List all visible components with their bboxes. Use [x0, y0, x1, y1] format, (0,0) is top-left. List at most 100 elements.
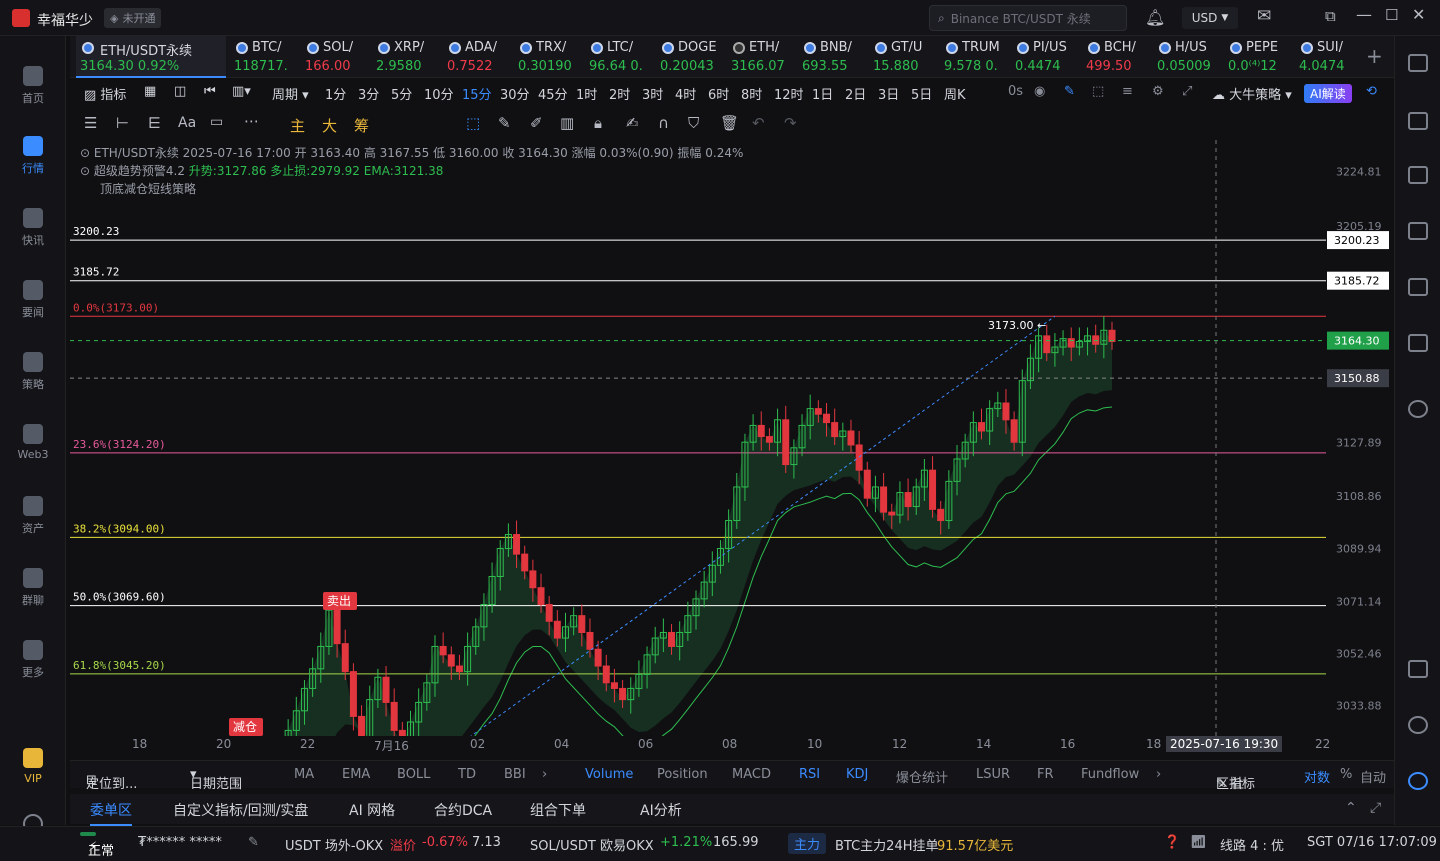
- ticker-tab[interactable]: H/US 0.05009: [1157, 36, 1227, 78]
- bell-icon[interactable]: 🔔︎: [1145, 8, 1165, 27]
- camera-icon[interactable]: ◉: [1034, 84, 1045, 99]
- indicator-ma[interactable]: MA: [294, 767, 314, 782]
- interval-3时[interactable]: 3时: [642, 84, 663, 103]
- menu-icon[interactable]: ☰: [84, 114, 97, 132]
- indicators-button[interactable]: ▨ 指标: [84, 84, 126, 103]
- interval-2日[interactable]: 2日: [845, 84, 866, 103]
- calendar-icon[interactable]: ▦: [144, 84, 156, 99]
- period-dropdown[interactable]: 周期 ▾: [272, 84, 309, 103]
- candlestick-chart[interactable]: 3200.23 3200.23 3185.72 3185.72 0.0%(3173.00…: [70, 140, 1394, 829]
- trade-icon[interactable]: [1408, 166, 1428, 184]
- add-ticker-icon[interactable]: +: [1366, 44, 1383, 68]
- list-icon[interactable]: [1408, 54, 1428, 72]
- tab-contract-dca[interactable]: 合约DCA: [434, 800, 492, 820]
- interval-2时[interactable]: 2时: [609, 84, 630, 103]
- depth-icon[interactable]: [1408, 222, 1428, 240]
- layout-icon[interactable]: [1408, 660, 1428, 678]
- tab-combo-order[interactable]: 组合下单: [530, 800, 586, 820]
- indicator-bbi[interactable]: BBI: [504, 767, 526, 782]
- indicator-td[interactable]: TD: [458, 767, 476, 782]
- trash-icon[interactable]: 🗑︎: [720, 114, 739, 132]
- ticker-tab[interactable]: PEPE 0.0⁽⁴⁾12: [1228, 36, 1298, 78]
- indicator-kdj[interactable]: KDJ: [846, 767, 868, 782]
- ticker-tab[interactable]: BTC/118717.: [234, 36, 304, 78]
- sidebar-item-chat[interactable]: 群聊: [0, 568, 66, 608]
- tab-ai-grid[interactable]: AI 网格: [349, 800, 395, 820]
- ticker-tab[interactable]: TRX/0.30190: [518, 36, 588, 78]
- more-tools-icon[interactable]: ⋯: [244, 112, 259, 130]
- user-account[interactable]: ₮****** *****: [138, 835, 222, 850]
- pen-icon[interactable]: ✎: [248, 835, 259, 850]
- text-tool-icon[interactable]: Aa: [178, 115, 196, 131]
- indicator-liquidation[interactable]: 爆仓统计: [896, 767, 948, 786]
- popout-icon[interactable]: ⧉: [1325, 7, 1336, 25]
- mail-icon[interactable]: ✉: [1257, 6, 1271, 26]
- share-icon[interactable]: ⟲: [1366, 84, 1377, 99]
- lock-icon[interactable]: 🔒︎: [594, 114, 602, 132]
- network-line[interactable]: 线路 4 : 优: [1220, 835, 1284, 854]
- ticker-tab[interactable]: GT/U 15.880: [873, 36, 943, 78]
- sidebar-item-assets[interactable]: 资产: [0, 496, 66, 536]
- expand-icon[interactable]: ⤢: [1370, 800, 1381, 816]
- search-input[interactable]: Binance BTC/USDT 永续: [951, 10, 1091, 27]
- sidebar-item-market[interactable]: 行情: [0, 136, 66, 176]
- chip-distribution-toggle[interactable]: 筹: [354, 115, 369, 136]
- collapse-icon[interactable]: ⊙: [80, 164, 94, 178]
- indicator-fr[interactable]: FR: [1037, 767, 1054, 782]
- undo-icon[interactable]: ↶: [752, 114, 765, 132]
- interval-周K[interactable]: 周K: [944, 84, 966, 103]
- log-scale-toggle[interactable]: 对数: [1304, 767, 1330, 786]
- interval-45分[interactable]: 45分: [538, 84, 568, 103]
- main-chart-toggle[interactable]: 主: [290, 115, 305, 136]
- collapse-icon[interactable]: ⊙: [80, 146, 94, 160]
- indicator-fundflow[interactable]: Fundflow: [1081, 767, 1139, 782]
- minimize-icon[interactable]: —: [1356, 5, 1372, 24]
- chevron-up-icon[interactable]: ⌃: [1345, 800, 1357, 816]
- ticker-tab[interactable]: PI/US 0.4474: [1015, 36, 1085, 78]
- indicator-volume[interactable]: Volume: [585, 767, 633, 782]
- interval-3分[interactable]: 3分: [358, 84, 379, 103]
- assistant-icon[interactable]: [1408, 772, 1428, 790]
- interval-12时[interactable]: 12时: [774, 84, 804, 103]
- horizontal-line-icon[interactable]: ⊢: [116, 114, 129, 132]
- interval-5日[interactable]: 5日: [911, 84, 932, 103]
- interval-10分[interactable]: 10分: [424, 84, 454, 103]
- strategy-dropdown[interactable]: ☁ 大牛策略 ▾: [1212, 84, 1292, 103]
- layout-split-icon[interactable]: ◫: [174, 84, 186, 99]
- indicator-rsi[interactable]: RSI: [799, 767, 820, 782]
- sidebar-item-vip[interactable]: VIP: [0, 748, 66, 785]
- ticker-tab[interactable]: LTC/96.64 0.: [589, 36, 659, 78]
- interval-6时[interactable]: 6时: [708, 84, 729, 103]
- brush-icon[interactable]: ✐: [530, 114, 543, 132]
- sidebar-item-news-flash[interactable]: 快讯: [0, 208, 66, 248]
- headset-icon[interactable]: [1408, 716, 1428, 734]
- interval-30分[interactable]: 30分: [500, 84, 530, 103]
- magnet-icon[interactable]: ∩: [658, 114, 669, 132]
- subscription-badge[interactable]: ◈ 未开通: [104, 8, 162, 28]
- indicator-lsur[interactable]: LSUR: [976, 767, 1010, 782]
- interval-1分[interactable]: 1分: [325, 84, 346, 103]
- cursor-icon[interactable]: ⬚: [466, 114, 480, 132]
- monitor-icon[interactable]: [1408, 278, 1428, 296]
- sidebar-item-home[interactable]: 首页: [0, 66, 66, 106]
- ticker-tab[interactable]: DOGE 0.20043: [660, 36, 730, 78]
- auto-toggle[interactable]: 自动: [1360, 767, 1386, 786]
- big-orders-toggle[interactable]: 大: [322, 115, 337, 136]
- order-book-icon[interactable]: [1408, 112, 1428, 130]
- maximize-icon[interactable]: ☐: [1385, 6, 1398, 24]
- filter-icon[interactable]: ⛉: [688, 114, 699, 132]
- chevron-right-icon[interactable]: ›: [542, 767, 547, 782]
- select-icon[interactable]: ⬚: [1092, 84, 1104, 99]
- redo-icon[interactable]: ↷: [784, 114, 797, 132]
- sidebar-item-strategy[interactable]: 策略: [0, 352, 66, 392]
- sidebar-item-more[interactable]: 更多: [0, 640, 66, 680]
- tab-orders[interactable]: 委单区: [90, 800, 132, 826]
- interval-15分[interactable]: 15分: [462, 84, 492, 103]
- ticker-tab[interactable]: SOL/166.00: [305, 36, 375, 78]
- fullscreen-icon[interactable]: ⤢: [1182, 84, 1192, 99]
- ticker-tab[interactable]: BNB/693.55: [802, 36, 872, 78]
- edit-icon[interactable]: ✍: [626, 114, 639, 132]
- indicator-position[interactable]: Position: [657, 767, 708, 782]
- pair-name[interactable]: SOL/USDT 欧易OKX: [530, 835, 654, 854]
- percent-toggle[interactable]: %: [1340, 767, 1352, 782]
